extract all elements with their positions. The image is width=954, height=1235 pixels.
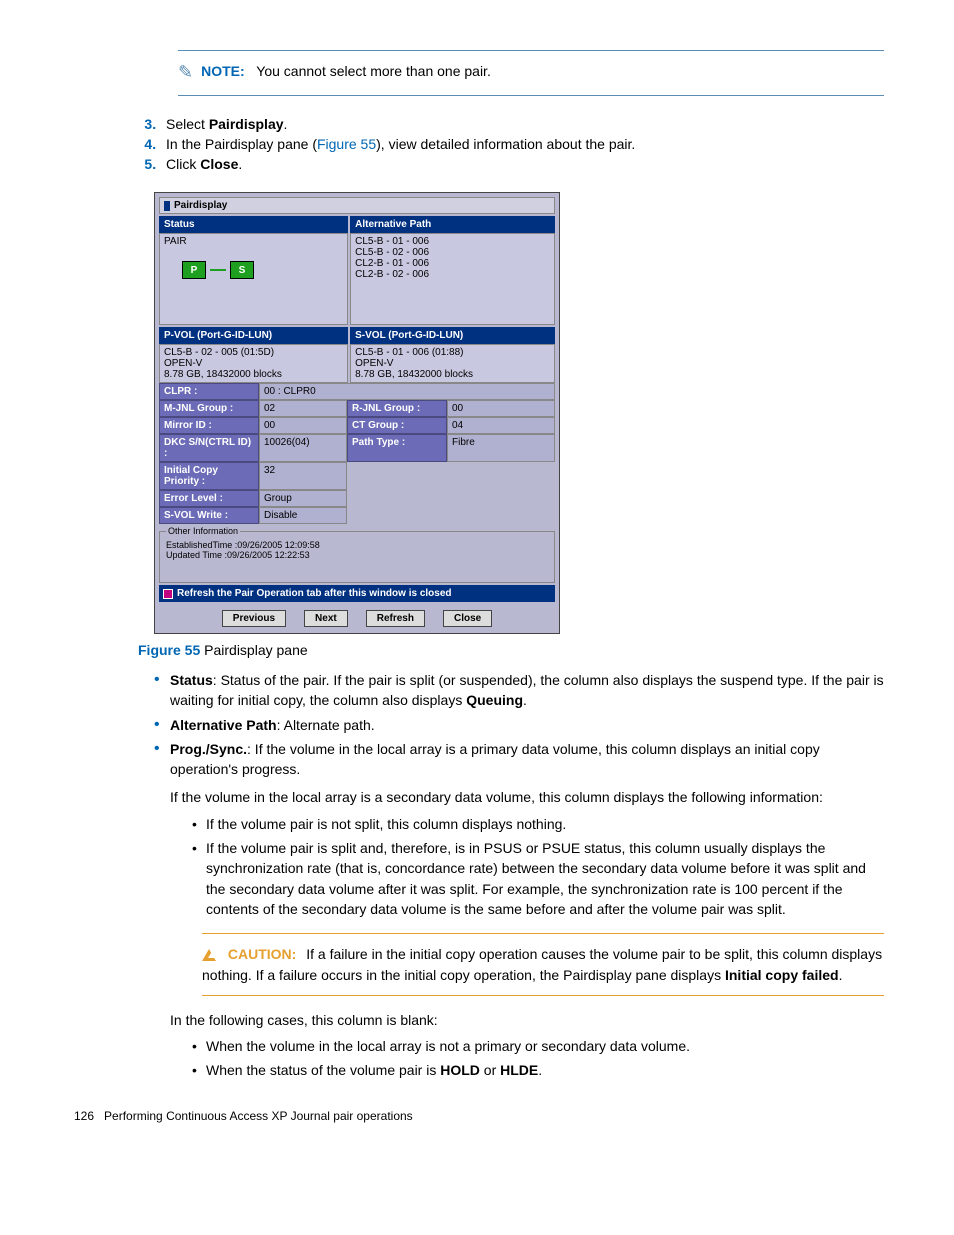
altpath-1: CL5-B - 01 - 006	[355, 236, 550, 247]
page-footer: 126 Performing Continuous Access XP Jour…	[70, 1109, 884, 1123]
status-value: PAIR	[164, 236, 343, 247]
pvol-header: P-VOL (Port-G-ID-LUN)	[159, 327, 348, 344]
status-header: Status	[159, 216, 348, 233]
prog-sub2: If the volume pair is split and, therefo…	[192, 838, 884, 919]
blank-case-1: When the volume in the local array is no…	[192, 1036, 884, 1056]
title-marker-icon	[164, 201, 170, 211]
pair-icon: P S	[182, 261, 343, 279]
note-text: You cannot select more than one pair.	[256, 63, 491, 79]
refresh-button[interactable]: Refresh	[366, 610, 425, 627]
def-altpath: Alternative Path: Alternate path.	[154, 715, 884, 735]
refresh-checkbox[interactable]: Refresh the Pair Operation tab after thi…	[159, 585, 555, 602]
altpath-4: CL2-B - 02 - 006	[355, 269, 550, 280]
step-4: In the Pairdisplay pane (Figure 55), vie…	[160, 136, 884, 152]
s-vol-icon: S	[230, 261, 254, 279]
blank-intro: In the following cases, this column is b…	[170, 1010, 884, 1030]
def-status: Status: Status of the pair. If the pair …	[154, 670, 884, 711]
pairdisplay-pane: Pairdisplay Status PAIR P S Alterna	[154, 192, 560, 634]
pane-title: Pairdisplay	[159, 197, 555, 214]
close-button[interactable]: Close	[443, 610, 492, 627]
figure-caption: Figure 55 Pairdisplay pane	[138, 642, 884, 658]
checkbox-icon	[163, 589, 173, 599]
altpath-2: CL5-B - 02 - 006	[355, 247, 550, 258]
steps-list: Select Pairdisplay. In the Pairdisplay p…	[138, 116, 884, 172]
caution-block: CAUTION: If a failure in the initial cop…	[202, 933, 884, 996]
note-icon: ✎	[178, 62, 193, 83]
svol-header: S-VOL (Port-G-ID-LUN)	[350, 327, 555, 344]
step-3: Select Pairdisplay.	[160, 116, 884, 132]
note-block: ✎ NOTE: You cannot select more than one …	[178, 50, 884, 96]
note-label: NOTE:	[201, 63, 245, 79]
altpath-3: CL2-B - 01 - 006	[355, 258, 550, 269]
def-prog: Prog./Sync.: If the volume in the local …	[154, 739, 884, 1081]
prog-sub1: If the volume pair is not split, this co…	[192, 814, 884, 834]
figure-link[interactable]: Figure 55	[317, 136, 376, 152]
blank-case-2: When the status of the volume pair is HO…	[192, 1060, 884, 1080]
previous-button[interactable]: Previous	[222, 610, 286, 627]
connector-icon	[210, 269, 226, 271]
p-vol-icon: P	[182, 261, 206, 279]
altpath-header: Alternative Path	[350, 216, 555, 233]
step-5: Click Close.	[160, 156, 884, 172]
other-info: Other Information EstablishedTime :09/26…	[159, 526, 555, 583]
next-button[interactable]: Next	[304, 610, 348, 627]
